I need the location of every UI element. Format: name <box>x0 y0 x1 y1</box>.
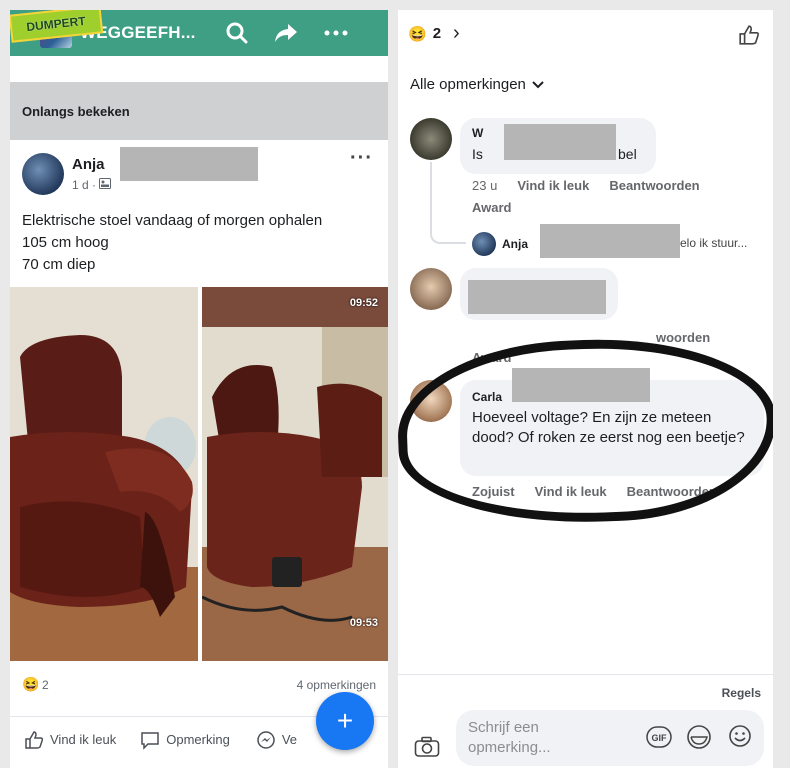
search-icon[interactable] <box>226 22 248 44</box>
comment-input-placeholder: Schrijf een opmerking... <box>468 719 551 756</box>
share-icon[interactable] <box>274 22 298 44</box>
award-link[interactable]: Award <box>472 200 512 215</box>
comment-button[interactable]: Opmerking <box>140 730 230 750</box>
commenter-name[interactable]: W <box>472 126 483 140</box>
author-avatar[interactable] <box>22 153 64 195</box>
like-button[interactable]: Vind ik leuk <box>24 730 116 750</box>
thread-line <box>430 162 466 244</box>
gif-icon[interactable]: GIF <box>646 726 672 753</box>
chevron-right-icon: › <box>453 22 460 44</box>
add-button[interactable]: + <box>316 692 374 750</box>
post-menu-icon[interactable]: ··· <box>350 147 373 170</box>
like-icon[interactable] <box>737 24 761 51</box>
emoji-icon[interactable] <box>728 724 752 753</box>
group-post-panel: ← WEGGEEFH... DUMPERT Onlangs bekeken An… <box>10 10 388 768</box>
reaction-count: 2 <box>432 25 442 42</box>
like-icon <box>25 730 44 749</box>
post-time: 1 d · <box>72 178 97 192</box>
chair-photo[interactable] <box>10 287 198 661</box>
redaction-box <box>468 280 606 314</box>
post-text-line: 105 cm hoog <box>22 234 109 251</box>
reaction-summary[interactable]: 😆 2 4 opmerkingen <box>22 676 376 698</box>
comments-panel: 😆 2 › Alle opmerkingen W Is bel 23 u Vin… <box>398 10 773 768</box>
reply-author-name: Anja <box>502 237 529 251</box>
comment-filter[interactable]: Alle opmerkingen <box>410 76 544 93</box>
svg-text:GIF: GIF <box>652 733 668 743</box>
comment-input[interactable]: Schrijf een opmerking... GIF <box>456 710 764 766</box>
like-label: Vind ik leuk <box>50 732 117 747</box>
post-text-line: 70 cm diep <box>22 256 96 273</box>
video-timestamp: 09:52 <box>349 297 378 309</box>
comment-label: Opmerking <box>166 732 230 747</box>
haha-reaction-icon: 😆 <box>22 676 40 692</box>
redaction-box <box>120 147 258 181</box>
reply-preview[interactable]: Anja <box>472 232 528 256</box>
camera-icon[interactable] <box>414 736 440 763</box>
leather-chair-image <box>10 287 198 661</box>
filter-label: Alle opmerkingen <box>410 76 526 93</box>
commenter-avatar[interactable] <box>410 268 452 310</box>
leather-chair-video-image <box>202 287 388 661</box>
comment-meta: 23 u Vind ik leuk Beantwoorden <box>472 178 700 193</box>
more-options-icon[interactable] <box>324 30 348 36</box>
comment-icon <box>141 731 159 750</box>
reply-author-avatar <box>472 232 496 256</box>
highlight-circle-annotation <box>398 333 773 529</box>
haha-reaction-icon: 😆 <box>408 25 427 43</box>
post-meta: 1 d · <box>72 178 112 192</box>
reaction-count: 2 <box>42 678 49 692</box>
post-text-line: Elektrische stoel vandaag of morgen opha… <box>22 212 323 229</box>
comment-text-start: Is <box>472 146 483 162</box>
chevron-down-icon <box>532 76 544 93</box>
comment-like-link[interactable]: Vind ik leuk <box>517 178 589 193</box>
comment-time: 23 u <box>472 178 498 193</box>
comment-reply-link[interactable]: Beantwoorden <box>609 178 699 193</box>
comment-text-end: bel <box>618 146 637 162</box>
messenger-icon <box>257 730 275 749</box>
sticker-icon[interactable] <box>686 724 712 755</box>
author-name[interactable]: Anja <box>72 156 105 173</box>
commenter-avatar[interactable] <box>410 118 452 160</box>
chair-video[interactable]: 09:52 09:53 <box>202 287 388 661</box>
recently-viewed-label: Onlangs bekeken <box>10 82 388 140</box>
reply-text-end: elo ik stuur... <box>680 236 748 250</box>
post-header: Anja 1 d · ··· <box>22 147 376 199</box>
video-timestamp: 09:53 <box>349 617 378 629</box>
reply-link-partial[interactable]: woorden <box>656 330 710 345</box>
comment-count[interactable]: 4 opmerkingen <box>297 678 376 692</box>
redaction-box <box>504 124 616 160</box>
reactions-header[interactable]: 😆 2 › <box>408 22 460 45</box>
send-button[interactable]: Ve <box>256 730 297 750</box>
redaction-box <box>540 224 680 258</box>
post-text: Elektrische stoel vandaag of morgen opha… <box>22 210 322 276</box>
send-label: Ve <box>281 732 298 747</box>
rules-link[interactable]: Regels <box>722 686 761 700</box>
group-privacy-icon <box>99 178 112 192</box>
